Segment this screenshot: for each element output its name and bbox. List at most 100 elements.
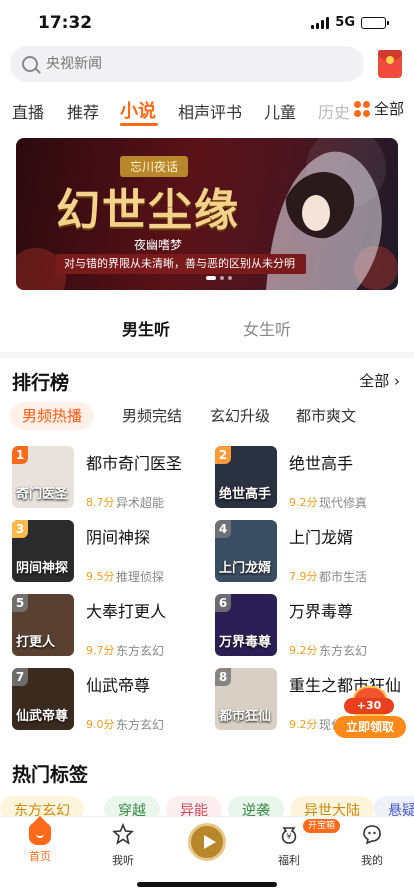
book-score: 9.2分: [289, 718, 318, 731]
cover-title: 阴间神探: [16, 561, 69, 576]
reward-amount: +30: [344, 698, 394, 714]
tab-male[interactable]: 男生听: [122, 316, 171, 340]
tab-female[interactable]: 女生听: [243, 316, 291, 340]
book-category: 东方玄幻: [116, 718, 165, 732]
tab-children[interactable]: 儿童: [264, 99, 296, 123]
book-name: 绝世高手: [289, 454, 354, 473]
book-score: 9.2分: [289, 644, 318, 657]
all-categories-button[interactable]: 全部: [349, 98, 404, 119]
nav-mine-label: 我的: [361, 854, 383, 867]
home-icon: [29, 823, 51, 845]
book-category: 都市生活: [319, 570, 368, 584]
hot-tag[interactable]: 穿越: [104, 796, 160, 818]
hot-tag[interactable]: 异能: [166, 796, 222, 818]
book-cover: 5 打更人: [12, 594, 74, 656]
treasure-badge: 开宝箱: [303, 819, 341, 833]
claim-reward-button[interactable]: 立即领取: [334, 716, 406, 738]
svg-text:¥: ¥: [286, 832, 291, 841]
cover-title: 奇门医圣: [16, 487, 69, 502]
nav-listening[interactable]: 我听: [93, 822, 153, 868]
book-cover: 2 绝世高手: [215, 446, 277, 508]
cover-title: 绝世高手: [219, 487, 272, 502]
banner-title: 幻世尘缘: [56, 185, 240, 236]
promo-banner[interactable]: 忘川夜话 幻世尘缘 夜幽嗜梦 对与错的界限从未清晰，善与恶的区别从未分明: [16, 138, 398, 290]
book-category: 东方玄幻: [116, 644, 165, 658]
book-cover: 7 仙武帝尊: [12, 668, 74, 730]
battery-icon: [361, 16, 389, 29]
book-cover: 3 阴间神探: [12, 520, 74, 582]
ranking-item[interactable]: 7 仙武帝尊 仙武帝尊 9.0分 东方玄幻: [12, 668, 202, 732]
cover-title: 都市狂仙: [219, 709, 272, 724]
cover-title: 仙武帝尊: [16, 709, 69, 724]
chip-male-finished[interactable]: 男频完结: [110, 402, 194, 430]
hot-tag[interactable]: 东方玄幻: [0, 796, 84, 818]
tab-active-indicator: [120, 123, 158, 126]
ranking-item[interactable]: 2 绝世高手 绝世高手 9.2分 现代修真: [215, 446, 405, 510]
banner-pagination: [206, 276, 232, 280]
nav-home-label: 首页: [29, 850, 51, 863]
tab-live[interactable]: 直播: [12, 99, 44, 123]
rank-badge: 6: [215, 594, 231, 612]
ranking-item[interactable]: 1 奇门医圣 都市奇门医圣 8.7分 异术超能: [12, 446, 202, 510]
tab-novel[interactable]: 小说: [120, 97, 156, 123]
player-button[interactable]: [188, 823, 226, 861]
ranking-item[interactable]: 5 打更人 大奉打更人 9.7分 东方玄幻: [12, 594, 202, 658]
cover-title: 打更人: [16, 635, 56, 650]
book-cover: 4 上门龙婿: [215, 520, 277, 582]
cover-title: 万界毒尊: [219, 635, 272, 650]
chip-male-hot[interactable]: 男频热播: [10, 402, 95, 430]
book-category: 异术超能: [116, 496, 165, 510]
hot-tag[interactable]: 逆袭: [228, 796, 284, 818]
rank-badge: 4: [215, 520, 231, 538]
book-score: 7.9分: [289, 570, 318, 583]
nav-mine[interactable]: 我的: [342, 823, 402, 868]
chip-urban[interactable]: 都市爽文: [284, 402, 368, 430]
book-name: 上门龙婿: [289, 528, 354, 547]
category-tabs: 直播 推荐 小说 相声评书 儿童 历史 全部: [0, 94, 414, 126]
book-score: 9.2分: [289, 496, 318, 509]
rank-badge: 1: [12, 446, 28, 464]
book-category: 推理侦探: [116, 570, 165, 584]
ranking-title: 排行榜: [12, 372, 70, 394]
rank-badge: 7: [12, 668, 28, 686]
search-input[interactable]: [46, 56, 326, 72]
cover-title: 上门龙婿: [219, 561, 272, 576]
signal-icon: [311, 16, 330, 29]
ranking-more-button[interactable]: 全部 ›: [359, 370, 400, 391]
network-type: 5G: [335, 15, 355, 30]
chat-face-icon: [363, 825, 381, 845]
book-name: 大奉打更人: [86, 602, 167, 621]
ranking-item[interactable]: 3 阴间神探 阴间神探 9.5分 推理侦探: [12, 520, 202, 584]
rank-badge: 2: [215, 446, 231, 464]
status-bar: 17:32 5G: [0, 0, 414, 44]
reward-widget[interactable]: +30 立即领取: [334, 686, 406, 742]
book-score: 9.5分: [86, 570, 115, 583]
ranking-item[interactable]: 6 万界毒尊 万界毒尊 9.2分 东方玄幻: [215, 594, 405, 658]
book-score: 9.0分: [86, 718, 115, 731]
book-cover: 1 奇门医圣: [12, 446, 74, 508]
hot-tag[interactable]: 悬疑: [374, 796, 414, 818]
rank-badge: 3: [12, 520, 28, 538]
book-name: 万界毒尊: [289, 602, 354, 621]
book-category: 现代修真: [319, 496, 368, 510]
book-name: 阴间神探: [86, 528, 151, 547]
red-packet-icon[interactable]: [378, 50, 402, 78]
book-name: 都市奇门医圣: [86, 454, 183, 473]
status-time: 17:32: [38, 13, 93, 33]
ranking-item[interactable]: 4 上门龙婿 上门龙婿 7.9分 都市生活: [215, 520, 405, 584]
all-categories-label: 全部: [373, 100, 404, 118]
tab-recommend[interactable]: 推荐: [67, 99, 99, 123]
hot-tags-list: 东方玄幻 穿越 异能 逆袭 异世大陆 悬疑: [0, 796, 414, 818]
tab-history[interactable]: 历史: [318, 99, 350, 123]
tab-crosstalk[interactable]: 相声评书: [178, 99, 242, 123]
hot-tag[interactable]: 异世大陆: [290, 796, 374, 818]
banner-slogan: 对与错的界限从未清晰，善与恶的区别从未分明: [56, 254, 306, 274]
book-score: 8.7分: [86, 496, 115, 509]
nav-home[interactable]: 首页: [10, 823, 70, 864]
nav-welfare-label: 福利: [278, 854, 300, 867]
book-score: 9.7分: [86, 644, 115, 657]
nav-listening-label: 我听: [112, 854, 134, 867]
chip-fantasy[interactable]: 玄幻升级: [198, 402, 282, 430]
search-bar[interactable]: [10, 46, 364, 82]
rank-badge: 8: [215, 668, 231, 686]
